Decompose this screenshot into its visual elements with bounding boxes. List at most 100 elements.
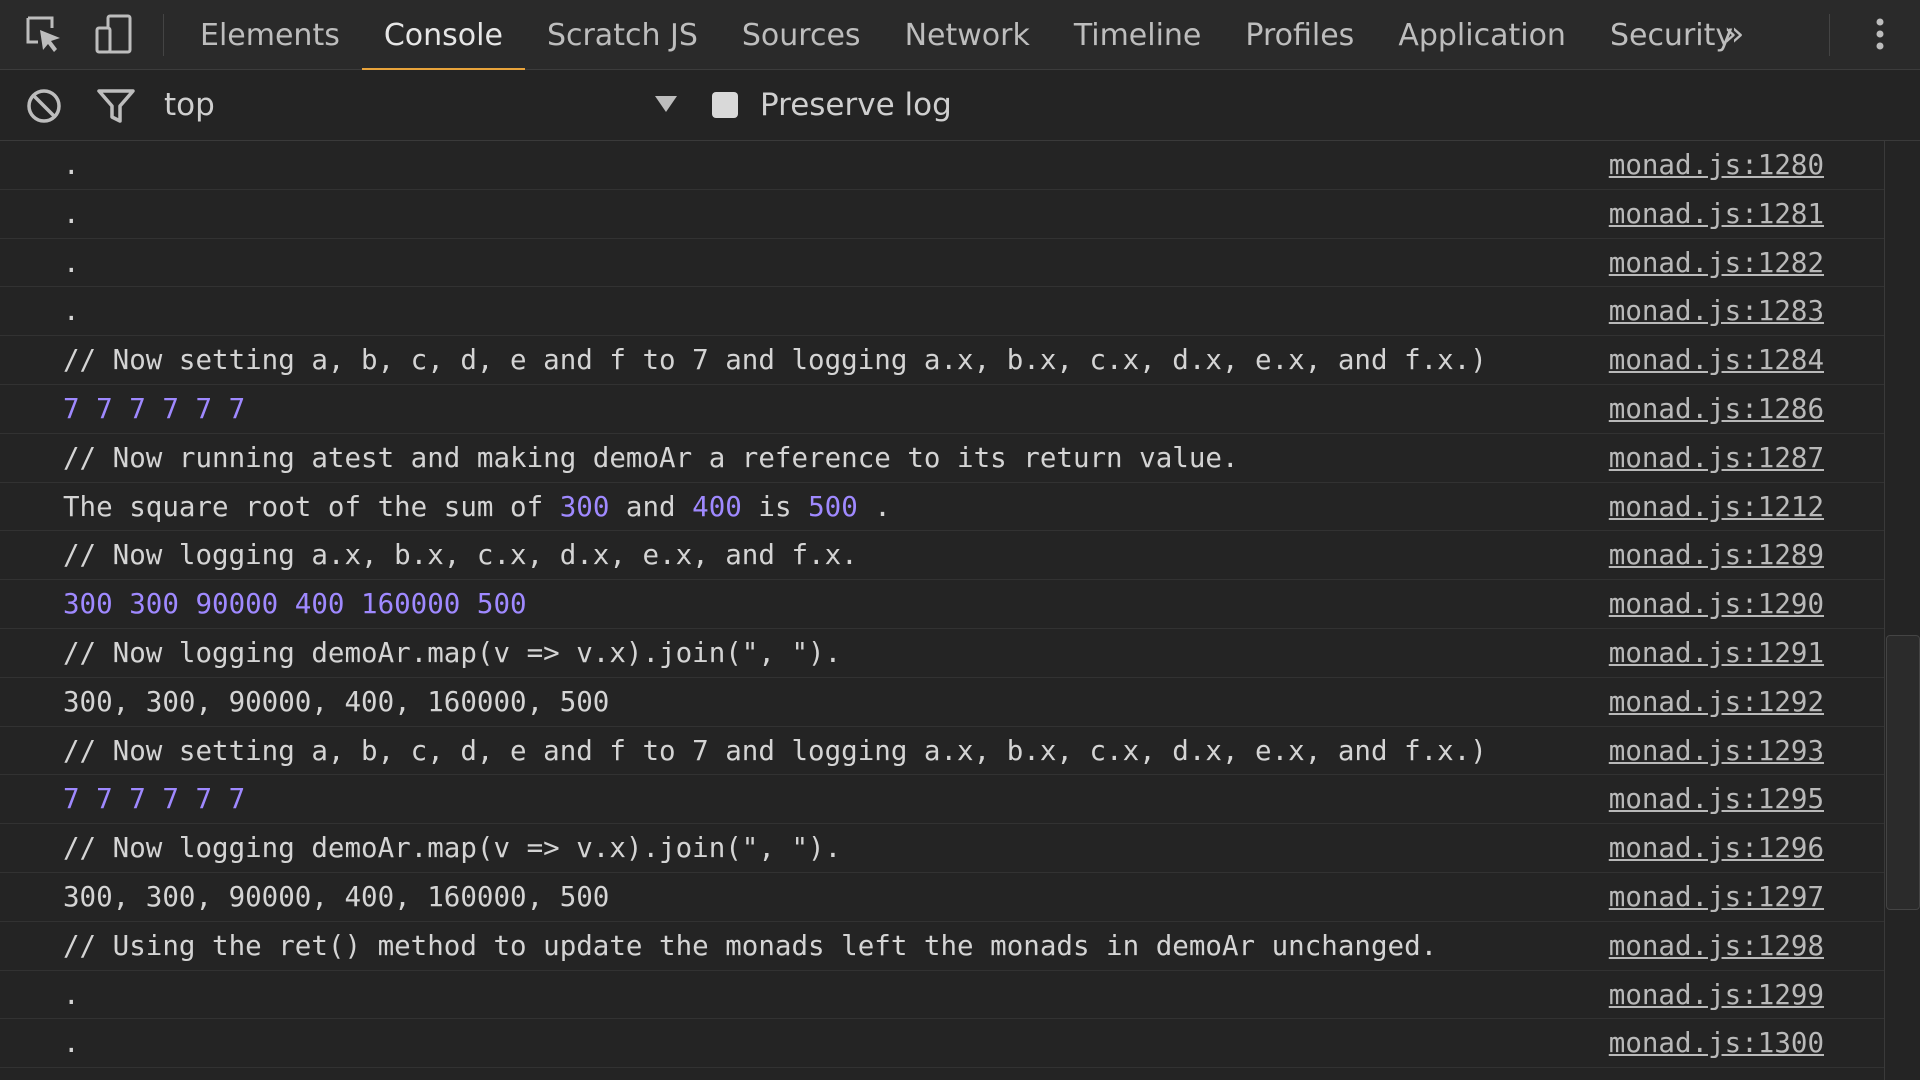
- logged-text: // Using the ret() method to update the …: [63, 929, 1438, 962]
- logged-text: The square root of the sum of: [63, 490, 560, 523]
- console-message-text: // Using the ret() method to update the …: [63, 930, 1437, 962]
- console-message-row: // Now running atest and making demoAr a…: [0, 434, 1884, 483]
- console-output: . monad.js:1280. monad.js:1281. monad.js:12…: [0, 141, 1884, 1080]
- logged-text: .: [63, 246, 80, 279]
- kebab-menu-icon[interactable]: [1860, 12, 1900, 56]
- logged-text: // Now setting a, b, c, d, e and f to 7 …: [63, 734, 1487, 767]
- logged-number: 300: [559, 490, 610, 523]
- logged-number: 300 300 90000 400 160000 500: [63, 588, 527, 621]
- console-message-text: .: [63, 247, 80, 279]
- tab-console[interactable]: Console: [361, 0, 526, 71]
- console-message-row: 300 300 90000 400 160000 500 monad.js:129…: [0, 580, 1884, 629]
- source-link[interactable]: monad.js:1287: [1609, 442, 1824, 474]
- source-link[interactable]: monad.js:1298: [1609, 930, 1824, 962]
- logged-text: .: [63, 295, 80, 328]
- console-message-row: . monad.js:1282: [0, 239, 1884, 288]
- context-selector[interactable]: top: [164, 82, 684, 128]
- console-message-row: . monad.js:1280: [0, 141, 1884, 190]
- console-message-row: 300, 300, 90000, 400, 160000, 500 monad.j…: [0, 873, 1884, 922]
- inspect-element-icon[interactable]: [22, 12, 66, 56]
- source-link[interactable]: monad.js:1291: [1609, 637, 1824, 669]
- console-message-text: // Now running atest and making demoAr a…: [63, 442, 1239, 474]
- console-message-text: .: [63, 979, 80, 1011]
- source-link[interactable]: monad.js:1292: [1609, 686, 1824, 718]
- preserve-log-toggle[interactable]: Preserve log: [712, 82, 952, 128]
- logged-text: and: [609, 490, 693, 523]
- logged-text: .: [857, 490, 891, 523]
- logged-number: 7 7 7 7 7 7: [63, 392, 246, 425]
- console-message-row: // Now setting a, b, c, d, e and f to 7 …: [0, 727, 1884, 776]
- device-mode-icon[interactable]: [92, 12, 136, 56]
- console-message-row: // Now logging demoAr.map(v => v.x).join…: [0, 629, 1884, 678]
- console-scrollbar-thumb[interactable]: [1886, 635, 1920, 910]
- source-link[interactable]: monad.js:1283: [1609, 295, 1824, 327]
- toolbar-divider: [163, 14, 164, 56]
- console-message-row: // Now logging demoAr.map(v => v.x).join…: [0, 824, 1884, 873]
- console-message-row: // Now setting a, b, c, d, e and f to 7 …: [0, 336, 1884, 385]
- console-filterbar: top Preserve log: [0, 70, 1920, 141]
- logged-text: // Now setting a, b, c, d, e and f to 7 …: [63, 344, 1487, 377]
- console-message-text: // Now setting a, b, c, d, e and f to 7 …: [63, 344, 1487, 376]
- console-message-row: . monad.js:1300: [0, 1019, 1884, 1069]
- console-scrollbar-track[interactable]: [1884, 141, 1920, 1080]
- filter-icon[interactable]: [94, 84, 138, 128]
- source-link[interactable]: monad.js:1290: [1609, 588, 1824, 620]
- console-message-row: The square root of the sum of 300 and 40…: [0, 483, 1884, 532]
- dropdown-arrow-icon[interactable]: [650, 88, 682, 120]
- console-message-text: .: [63, 295, 80, 327]
- source-link[interactable]: monad.js:1282: [1609, 247, 1824, 279]
- source-link[interactable]: monad.js:1300: [1609, 1027, 1824, 1059]
- preserve-log-label: Preserve log: [760, 87, 952, 123]
- tab-sources[interactable]: Sources: [720, 0, 883, 70]
- source-link[interactable]: monad.js:1284: [1609, 344, 1824, 376]
- logged-text: // Now running atest and making demoAr a…: [63, 441, 1239, 474]
- console-message-text: The square root of the sum of 300 and 40…: [63, 491, 891, 523]
- source-link[interactable]: monad.js:1289: [1609, 539, 1824, 571]
- logged-text: // Now logging demoAr.map(v => v.x).join…: [63, 636, 842, 669]
- tab-timeline[interactable]: Timeline: [1052, 0, 1224, 70]
- logged-text: .: [63, 197, 80, 230]
- more-tabs-button[interactable]: »: [1716, 12, 1752, 56]
- source-link[interactable]: monad.js:1212: [1609, 491, 1824, 523]
- toolbar-divider-right: [1829, 14, 1830, 56]
- console-message-row: . monad.js:1299: [0, 971, 1884, 1020]
- tab-profiles[interactable]: Profiles: [1223, 0, 1376, 70]
- console-message-text: // Now logging a.x, b.x, c.x, d.x, e.x, …: [63, 539, 858, 571]
- console-message-text: 300, 300, 90000, 400, 160000, 500: [63, 881, 609, 913]
- tab-application[interactable]: Application: [1376, 0, 1588, 70]
- source-link[interactable]: monad.js:1280: [1609, 149, 1824, 181]
- tab-network[interactable]: Network: [883, 0, 1052, 70]
- logged-text: // Now logging a.x, b.x, c.x, d.x, e.x, …: [63, 539, 858, 572]
- source-link[interactable]: monad.js:1293: [1609, 735, 1824, 767]
- logged-text: .: [63, 149, 80, 181]
- console-message-text: .: [63, 1027, 80, 1059]
- console-message-row: . monad.js:1283: [0, 287, 1884, 337]
- source-link[interactable]: monad.js:1286: [1609, 393, 1824, 425]
- source-link[interactable]: monad.js:1281: [1609, 198, 1824, 230]
- source-link[interactable]: monad.js:1295: [1609, 783, 1824, 815]
- logged-number: 400: [692, 490, 742, 523]
- console-message-text: 300, 300, 90000, 400, 160000, 500: [63, 686, 609, 718]
- logged-text: 300, 300, 90000, 400, 160000, 500: [63, 880, 610, 913]
- console-message-text: 7 7 7 7 7 7: [63, 393, 245, 425]
- console-message-row: 7 7 7 7 7 7 monad.js:1286: [0, 385, 1884, 434]
- console-message-text: // Now logging demoAr.map(v => v.x).join…: [63, 637, 841, 669]
- tab-elements[interactable]: Elements: [178, 0, 362, 70]
- preserve-log-checkbox[interactable]: [712, 92, 738, 118]
- tab-scratch-js[interactable]: Scratch JS: [525, 0, 720, 70]
- console-message-row: // Using the ret() method to update the …: [0, 922, 1884, 971]
- source-link[interactable]: monad.js:1296: [1609, 832, 1824, 864]
- devtools-tabbar: Elements Console Scratch JS Sources Netw…: [0, 0, 1920, 71]
- source-link[interactable]: monad.js:1299: [1609, 979, 1824, 1011]
- source-link[interactable]: monad.js:1297: [1609, 881, 1824, 913]
- console-message-text: // Now setting a, b, c, d, e and f to 7 …: [63, 735, 1487, 767]
- console-message-text: .: [63, 149, 80, 181]
- logged-number: 7 7 7 7 7 7: [63, 783, 246, 816]
- logged-text: .: [63, 978, 80, 1011]
- logged-text: // Now logging demoAr.map(v => v.x).join…: [63, 832, 842, 865]
- clear-console-icon[interactable]: [22, 84, 66, 128]
- logged-text: is: [741, 490, 809, 523]
- console-message-row: 7 7 7 7 7 7 monad.js:1295: [0, 775, 1884, 825]
- console-message-row: // Now logging a.x, b.x, c.x, d.x, e.x, …: [0, 531, 1884, 581]
- console-message-text: // Now logging demoAr.map(v => v.x).join…: [63, 832, 841, 864]
